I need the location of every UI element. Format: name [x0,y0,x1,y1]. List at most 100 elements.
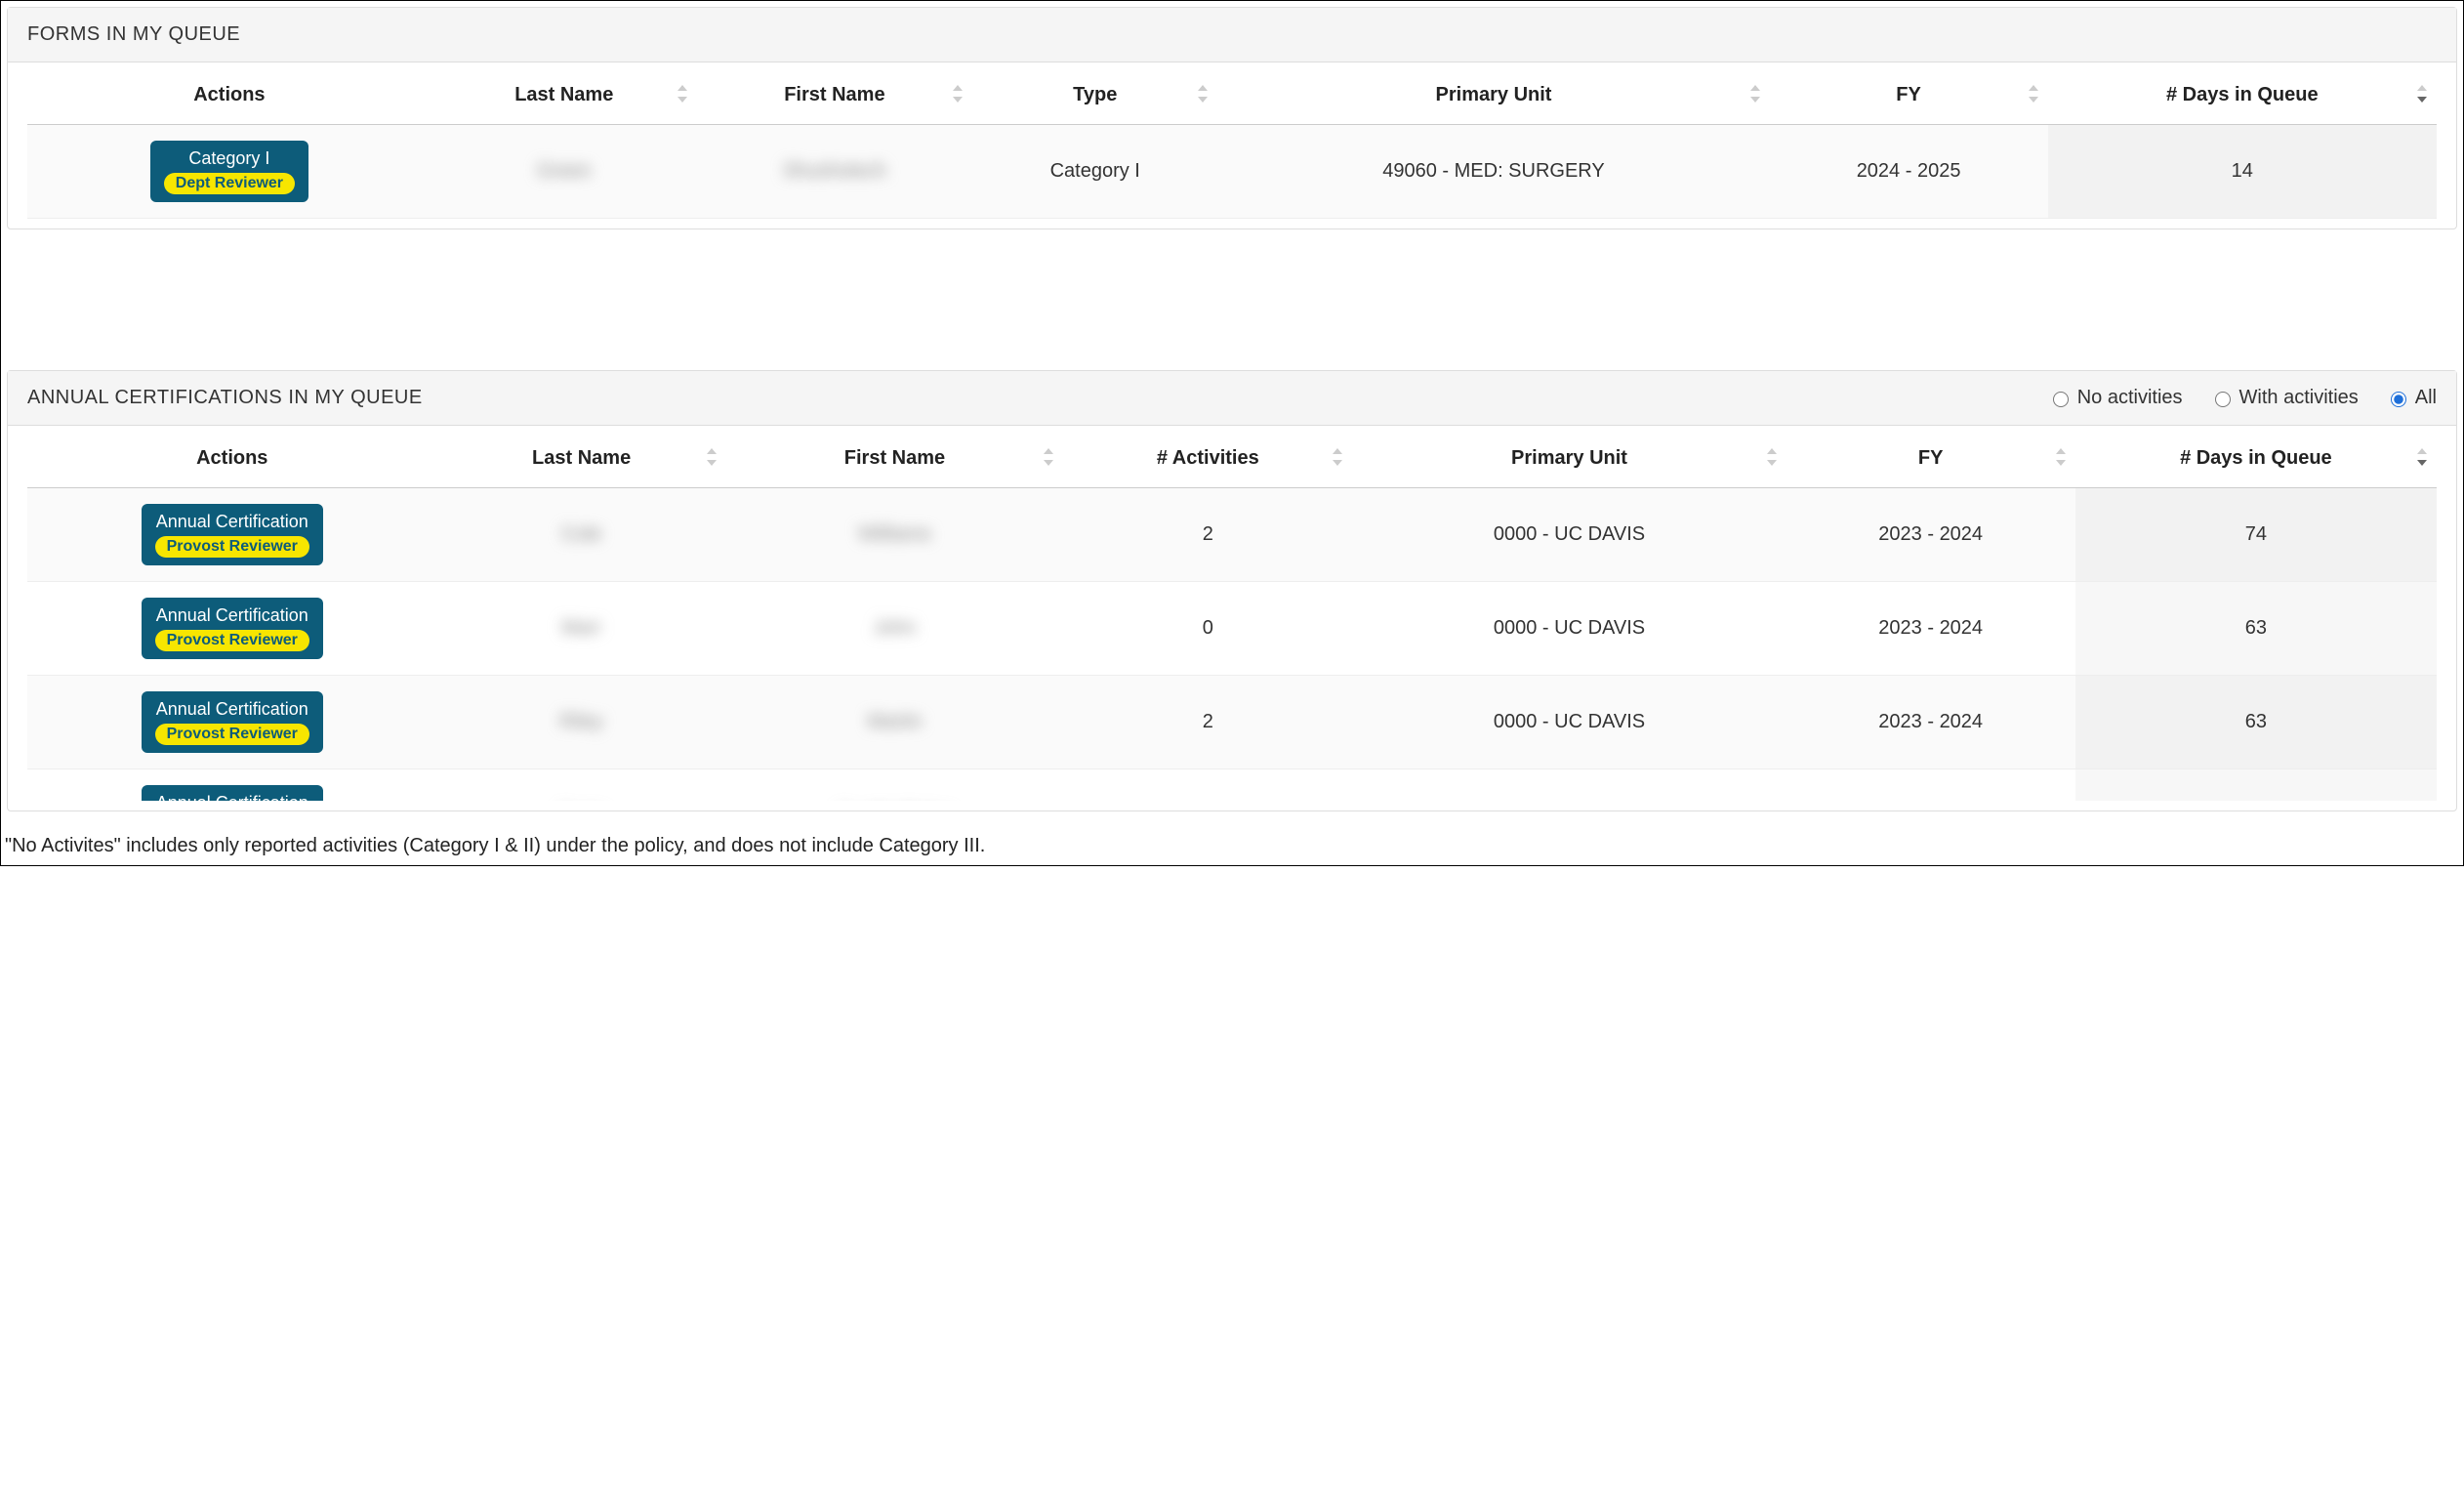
col-fy[interactable]: FY [1770,62,2048,125]
cell-days: 63 [2075,676,2437,769]
annual-cert-panel: ANNUAL CERTIFICATIONS IN MY QUEUE No act… [7,370,2457,811]
sort-icon[interactable] [705,448,717,466]
cell-activities: 2 [1063,488,1352,582]
col-days-in-queue[interactable]: # Days in Queue [2075,426,2437,488]
cell-type: Category I [972,125,1217,219]
cell-first-name: Martin [726,676,1064,769]
cell-first-name: Shushotech [697,125,972,219]
footnote-text: "No Activites" includes only reported ac… [3,831,2461,863]
forms-table: Actions Last Name First Name Type Primar… [27,62,2437,219]
filter-all-label[interactable]: All [2386,387,2437,409]
cell-fy: 2023 - 2024 [1786,582,2075,676]
cell-last-name: Riley [437,676,726,769]
table-row: Annual Certification Provost Reviewer Rile… [27,676,2437,769]
action-button-title: Annual Certification [156,699,308,720]
cell-actions: Annual Certification Provost Reviewer [27,488,437,582]
action-button-role-pill: Provost Reviewer [155,536,309,558]
cert-header-row: Actions Last Name First Name # Activitie… [27,426,2437,488]
filter-no-activities-radio[interactable] [2053,392,2069,407]
col-last-name[interactable]: Last Name [431,62,697,125]
action-button-role-pill: Dept Reviewer [164,173,295,194]
cert-table-wrap: Actions Last Name First Name # Activitie… [8,426,2456,810]
spacer [3,249,2461,366]
filter-with-activities-label[interactable]: With activities [2210,387,2359,409]
table-row: Annual Certification Provost Reviewer Marr… [27,582,2437,676]
annual-cert-action-button[interactable]: Annual CertificationProvost Reviewer [142,785,323,801]
cell-days: 62 [2075,769,2437,802]
forms-panel-header: FORMS IN MY QUEUE [8,8,2456,62]
col-fy[interactable]: FY [1786,426,2075,488]
annual-cert-action-button[interactable]: Annual Certification Provost Reviewer [142,598,323,659]
cell-primary-unit: 0000 - UC DAVIS [1352,582,1786,676]
cell-actions: Annual Certification Provost Reviewer [27,676,437,769]
cell-fy: 2023 - 2024 [1786,769,2075,802]
col-primary-unit[interactable]: Primary Unit [1352,426,1786,488]
cell-last-name: Marr [437,582,726,676]
cell-days: 74 [2075,488,2437,582]
action-button-role-pill: Provost Reviewer [155,630,309,651]
sort-icon[interactable] [2054,448,2066,466]
cell-last-name: Green [431,125,697,219]
col-activities[interactable]: # Activities [1063,426,1352,488]
col-first-name[interactable]: First Name [726,426,1064,488]
cell-days: 14 [2048,125,2437,219]
forms-panel-title: FORMS IN MY QUEUE [27,23,240,46]
cert-panel-header: ANNUAL CERTIFICATIONS IN MY QUEUE No act… [8,371,2456,426]
cell-last-name: Craig [437,769,726,802]
cell-primary-unit: 0000 - UC DAVIS [1352,488,1786,582]
cell-fy: 2023 - 2024 [1786,488,2075,582]
table-row: Annual CertificationProvost Reviewer Crai… [27,769,2437,802]
sort-icon[interactable] [676,85,687,103]
cell-last-name: Cole [437,488,726,582]
col-actions[interactable]: Actions [27,62,431,125]
cell-actions: Annual Certification Provost Reviewer [27,582,437,676]
filter-all-radio[interactable] [2391,392,2406,407]
filter-no-activities-label[interactable]: No activities [2048,387,2183,409]
cell-first-name: Williams [726,488,1064,582]
cell-first-name: John [726,582,1064,676]
sort-desc-icon[interactable] [2415,85,2427,103]
table-row: Annual Certification Provost Reviewer Cole… [27,488,2437,582]
col-primary-unit[interactable]: Primary Unit [1217,62,1769,125]
cell-first-name: CynthiaBales [726,769,1064,802]
col-type[interactable]: Type [972,62,1217,125]
action-button-title: Annual Certification [156,605,308,626]
cell-actions: Annual CertificationProvost Reviewer [27,769,437,802]
table-row: Category I Dept Reviewer Green Shushotec… [27,125,2437,219]
sort-desc-icon[interactable] [2415,448,2427,466]
forms-header-row: Actions Last Name First Name Type Primar… [27,62,2437,125]
col-days-in-queue[interactable]: # Days in Queue [2048,62,2437,125]
cell-actions: Category I Dept Reviewer [27,125,431,219]
forms-table-wrap: Actions Last Name First Name Type Primar… [8,62,2456,229]
action-button-title: Category I [188,148,269,169]
sort-icon[interactable] [2027,85,2038,103]
category-one-action-button[interactable]: Category I Dept Reviewer [150,141,308,202]
col-actions[interactable]: Actions [27,426,437,488]
forms-queue-panel: FORMS IN MY QUEUE Actions Last Name Firs… [7,7,2457,229]
cell-fy: 2023 - 2024 [1786,676,2075,769]
sort-icon[interactable] [1765,448,1777,466]
cell-activities: 2 [1063,676,1352,769]
action-button-role-pill: Provost Reviewer [155,724,309,745]
col-first-name[interactable]: First Name [697,62,972,125]
activities-filter-group: No activities With activities All [2048,387,2437,409]
annual-cert-action-button[interactable]: Annual Certification Provost Reviewer [142,691,323,753]
col-last-name[interactable]: Last Name [437,426,726,488]
cell-days: 63 [2075,582,2437,676]
cert-panel-title: ANNUAL CERTIFICATIONS IN MY QUEUE [27,387,423,409]
sort-icon[interactable] [951,85,963,103]
action-button-title: Annual Certification [156,512,308,532]
cert-table-scroll[interactable]: Annual Certification Provost Reviewer Cole… [27,488,2437,801]
sort-icon[interactable] [1331,448,1342,466]
cell-activities: 0 [1063,769,1352,802]
sort-icon[interactable] [1748,85,1760,103]
filter-with-activities-radio[interactable] [2215,392,2231,407]
sort-icon[interactable] [1196,85,1208,103]
annual-cert-action-button[interactable]: Annual Certification Provost Reviewer [142,504,323,565]
cell-primary-unit: 0000 - UC DAVIS [1352,676,1786,769]
cell-primary-unit: 49060 - MED: SURGERY [1217,125,1769,219]
action-button-title: Annual Certification [156,793,308,801]
sort-icon[interactable] [1042,448,1053,466]
cert-table: Actions Last Name First Name # Activitie… [27,426,2437,488]
cell-fy: 2024 - 2025 [1770,125,2048,219]
